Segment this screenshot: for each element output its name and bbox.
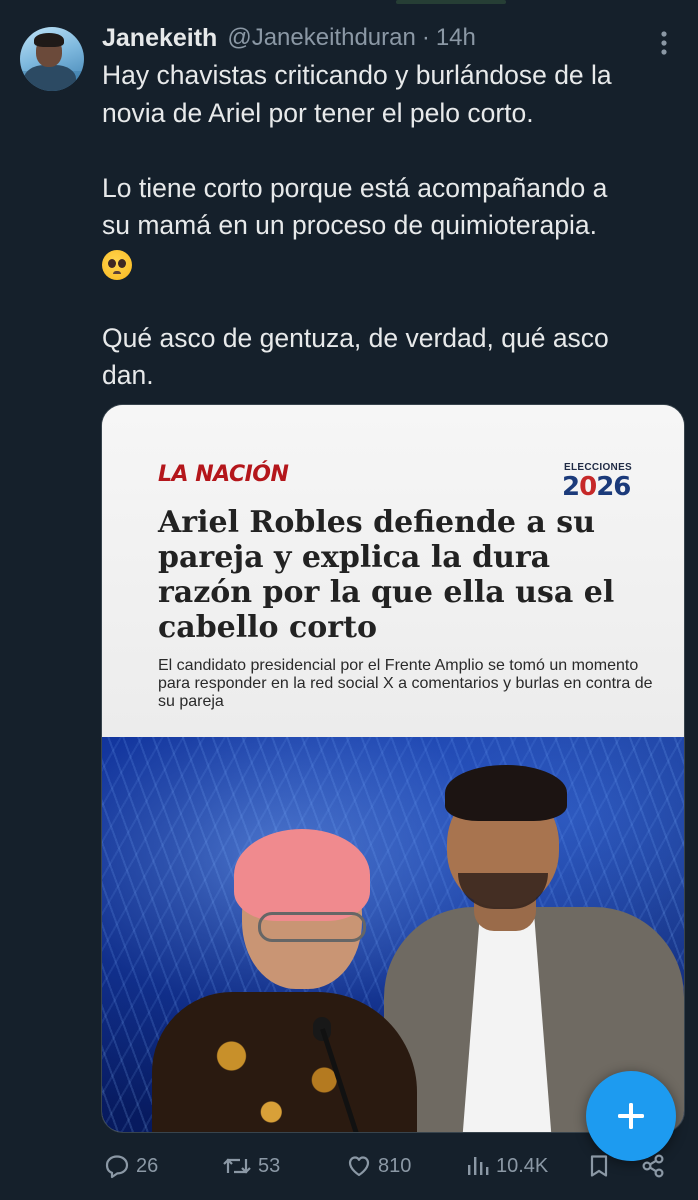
tweet-header: Janekeith @Janekeithduran · 14h [102, 22, 476, 54]
share-button[interactable] [640, 1148, 666, 1184]
tweet-text: Hay chavistas criticando y burlándose de… [102, 57, 684, 395]
tweet-text-line: Lo tiene corto porque está acompañando a [102, 172, 608, 203]
tweet-text-line: novia de Ariel por tener el pelo corto. [102, 97, 534, 128]
views-button[interactable]: 10.4K [464, 1148, 548, 1184]
header-separator: · [421, 24, 430, 51]
tweet-text-line: su mamá en un proceso de quimioterapia. [102, 210, 597, 240]
repost-icon [223, 1158, 251, 1174]
repost-count: 53 [258, 1154, 281, 1177]
avatar[interactable] [20, 27, 84, 91]
share-icon [642, 1154, 664, 1178]
media-card[interactable]: LA NACIÓN ELECCIONES 2026 Ariel Robles d… [101, 404, 685, 1133]
pleading-face-emoji [102, 249, 132, 280]
bookmark-icon [590, 1155, 608, 1177]
top-edge-strip [0, 0, 698, 6]
tweet-text-end: Qué asco de gentuza, de verdad, qué asco… [102, 322, 609, 391]
election-year-logo: 2026 [562, 472, 631, 502]
tweet-text-line: Hay chavistas criticando y burlándose de… [102, 60, 612, 90]
author-name[interactable]: Janekeith [102, 24, 217, 53]
previous-post-fragment [396, 0, 506, 4]
news-headline-graphic: LA NACIÓN ELECCIONES 2026 Ariel Robles d… [102, 405, 684, 737]
like-count: 810 [378, 1154, 412, 1177]
news-headline: Ariel Robles defiende a su pareja y expl… [158, 505, 615, 645]
heart-icon [348, 1156, 370, 1177]
outlet-logo: LA NACIÓN [158, 462, 289, 487]
news-subheadline: El candidato presidencial por el Frente … [158, 657, 653, 710]
reply-icon [105, 1155, 129, 1179]
tweet-actions: 26 53 810 10.4K [0, 1148, 698, 1184]
news-photo [102, 737, 684, 1132]
views-chart-icon [468, 1157, 489, 1175]
repost-button[interactable]: 53 [222, 1148, 280, 1184]
view-count: 10.4K [496, 1154, 549, 1177]
reply-count: 26 [136, 1154, 159, 1177]
like-button[interactable]: 810 [346, 1148, 411, 1184]
reply-button[interactable]: 26 [104, 1148, 158, 1184]
plus-icon [618, 1103, 644, 1129]
bookmark-button[interactable] [586, 1148, 612, 1184]
more-vertical-icon[interactable] [654, 28, 674, 58]
author-handle[interactable]: @Janekeithduran [227, 24, 415, 52]
tweet-timestamp[interactable]: 14h [436, 24, 476, 52]
